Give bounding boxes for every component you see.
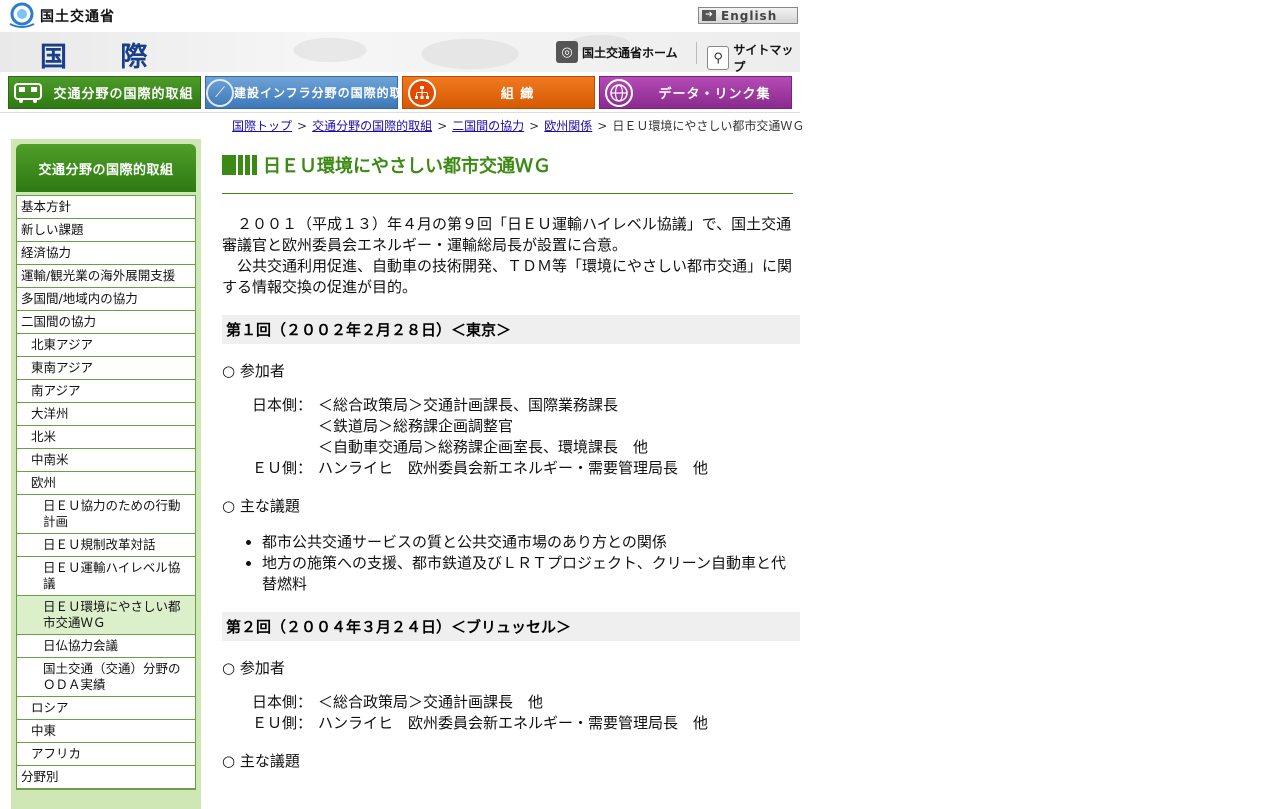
sidebar-item-multilateral[interactable]: 多国間/地域内の協力 — [17, 288, 195, 311]
sidebar-item-southeast-asia[interactable]: 東南アジア — [17, 357, 195, 380]
japan-side-label: 日本側： — [252, 693, 313, 711]
mlit-home-label: 国土交通省ホーム — [582, 45, 678, 60]
sidebar-item-russia[interactable]: ロシア — [17, 697, 195, 720]
participants-list: 日本側： ＜総合政策局＞交通計画課長、国際業務課長 ＜鉄道局＞総務課企画調整官 ＜… — [252, 395, 800, 479]
topics-label: ○ 主な議題 — [222, 497, 300, 515]
breadcrumb-link[interactable]: 国際トップ — [232, 119, 292, 133]
globe-icon — [600, 77, 638, 108]
nav-data-links-label: データ・リンク集 — [658, 87, 771, 102]
breadcrumb-current: 日ＥＵ環境にやさしい都市交通ＷＧ — [612, 119, 805, 133]
org-chart-icon — [403, 77, 441, 108]
header-title[interactable]: 国 際 — [40, 35, 169, 72]
japan-side-label: 日本側： — [252, 396, 313, 414]
mlit-home-link[interactable]: ◎ 国土交通省ホーム — [556, 41, 678, 63]
participants-label: ○ 参加者 — [222, 362, 285, 380]
breadcrumb-separator: > — [597, 119, 608, 133]
eu-side-label: ＥＵ側： — [252, 459, 313, 477]
topic-item: 都市公共交通サービスの質と公共交通市場のあり方との関係 — [262, 532, 800, 553]
nav-construction-label: 建設インフラ分野の国際的取組 — [234, 86, 416, 100]
section-heading: 第２回（２００４年３月２４日）＜ブリュッセル＞ — [222, 612, 800, 641]
breadcrumb-link[interactable]: 交通分野の国際的取組 — [312, 119, 432, 133]
eu-participant: ハンライヒ 欧州委員会新エネルギー・需要管理局長 他 — [318, 459, 709, 477]
english-label: English — [721, 8, 778, 23]
nav-transport-international[interactable]: 交通分野の国際的取組 — [8, 76, 201, 109]
main-content: 日ＥＵ環境にやさしい都市交通ＷＧ ２００１（平成１３）年４月の第９回「日ＥＵ運輸… — [222, 150, 800, 771]
sidebar-item-eu-action-plan[interactable]: 日ＥＵ協力のための行動計画 — [17, 495, 195, 534]
sidebar-item-oceania[interactable]: 大洋州 — [17, 403, 195, 426]
sidebar-item-by-field[interactable]: 分野別 — [17, 766, 195, 789]
sidebar-item-oda-results[interactable]: 国土交通（交通）分野のＯＤＡ実績 — [17, 658, 195, 697]
mlit-logo-icon — [8, 2, 36, 30]
eu-participant: ハンライヒ 欧州委員会新エネルギー・需要管理局長 他 — [318, 714, 709, 732]
sidebar-item-economic-cooperation[interactable]: 経済協力 — [17, 242, 195, 265]
sidebar-item-eu-high-level[interactable]: 日ＥＵ運輸ハイレベル協議 — [17, 557, 195, 596]
nav-construction-international[interactable]: ⟋ 建設インフラ分野の国際的取組 — [205, 76, 415, 109]
sidebar-item-new-issues[interactable]: 新しい課題 — [17, 219, 195, 242]
nav-organization-label: 組 織 — [500, 87, 535, 102]
title-bars-icon — [222, 155, 257, 175]
arrow-right-icon: ➔ — [702, 10, 716, 21]
breadcrumb-separator: > — [437, 119, 448, 133]
intro-paragraph: 公共交通利用促進、自動車の技術開発、ＴＤＭ等「環境にやさしい都市交通」に関する情… — [222, 257, 793, 296]
title-underline — [222, 193, 793, 194]
breadcrumb-separator: > — [297, 119, 308, 133]
japan-participant: ＜鉄道局＞総務課企画調整官 — [318, 417, 514, 435]
section-heading: 第１回（２００２年２月２８日）＜東京＞ — [222, 315, 800, 344]
sidebar-title[interactable]: 交通分野の国際的取組 — [16, 144, 196, 192]
nav-data-links[interactable]: データ・リンク集 — [599, 76, 792, 109]
header-divider — [696, 42, 697, 64]
sidebar-item-europe[interactable]: 欧州 — [17, 472, 195, 495]
nav-divider — [0, 112, 800, 113]
sitemap-link[interactable]: ⚲ サイトマップ — [707, 41, 800, 72]
sidebar-item-middle-east[interactable]: 中東 — [17, 720, 195, 743]
sitemap-label: サイトマップ — [733, 43, 794, 72]
sidebar-item-north-america[interactable]: 北米 — [17, 426, 195, 449]
sidebar-item-eu-urban-transport-wg[interactable]: 日ＥＵ環境にやさしい都市交通ＷＧ — [17, 596, 195, 635]
topics-label: ○ 主な議題 — [222, 752, 300, 770]
sidebar-item-bilateral[interactable]: 二国間の協力 — [17, 311, 195, 334]
sidebar-item-japan-france[interactable]: 日仏協力会議 — [17, 635, 195, 658]
nav-transport-label: 交通分野の国際的取組 — [53, 87, 194, 102]
sidebar: 交通分野の国際的取組 基本方針 新しい課題 経済協力 運輸/観光業の海外展開支援… — [11, 139, 201, 809]
participants-label: ○ 参加者 — [222, 659, 285, 677]
site-header: 国 際 ◎ 国土交通省ホーム ⚲ サイトマップ — [0, 32, 800, 72]
sidebar-menu: 基本方針 新しい課題 経済協力 運輸/観光業の海外展開支援 多国間/地域内の協力… — [16, 195, 196, 790]
sidebar-item-south-asia[interactable]: 南アジア — [17, 380, 195, 403]
japan-participant: ＜総合政策局＞交通計画課長、国際業務課長 — [318, 396, 619, 414]
page-title: 日ＥＵ環境にやさしい都市交通ＷＧ — [222, 150, 800, 180]
japan-participant: ＜自動車交通局＞総務課企画室長、環境課長 他 — [318, 438, 649, 456]
english-button[interactable]: ➔ English — [698, 7, 798, 24]
breadcrumb-link[interactable]: 二国間の協力 — [452, 119, 524, 133]
sidebar-item-northeast-asia[interactable]: 北東アジア — [17, 334, 195, 357]
japan-participant: ＜総合政策局＞交通計画課長 他 — [318, 693, 544, 711]
topic-item: 地方の施策への支援、都市鉄道及びＬＲＴプロジェクト、クリーン自動車と代替燃料 — [262, 553, 800, 595]
magnifier-icon: ⚲ — [707, 46, 730, 70]
intro-paragraph: ２００１（平成１３）年４月の第９回「日ＥＵ運輸ハイレベル協議」で、国土交通審議官… — [222, 215, 792, 254]
topics-list: 都市公共交通サービスの質と公共交通市場のあり方との関係 地方の施策への支援、都市… — [222, 532, 800, 595]
mlit-logo[interactable]: 国土交通省 — [8, 1, 115, 31]
intro-text: ２００１（平成１３）年４月の第９回「日ＥＵ運輸ハイレベル協議」で、国土交通審議官… — [222, 214, 800, 298]
sidebar-item-overseas-expansion[interactable]: 運輸/観光業の海外展開支援 — [17, 265, 195, 288]
nav-organization[interactable]: 組 織 — [402, 76, 595, 109]
page-title-text: 日ＥＵ環境にやさしい都市交通ＷＧ — [263, 156, 551, 177]
sidebar-item-africa[interactable]: アフリカ — [17, 743, 195, 766]
breadcrumb-separator: > — [529, 119, 540, 133]
breadcrumb: 国際トップ > 交通分野の国際的取組 > 二国間の協力 > 欧州関係 > 日ＥＵ環境にやさしい都… — [232, 117, 804, 134]
road-icon: ⟋ — [206, 77, 234, 108]
eu-side-label: ＥＵ側： — [252, 714, 313, 732]
participants-list: 日本側： ＜総合政策局＞交通計画課長 他 ＥＵ側： ハンライヒ 欧州委員会新エネルギ… — [252, 692, 800, 734]
breadcrumb-link[interactable]: 欧州関係 — [544, 119, 592, 133]
sidebar-item-basic-policy[interactable]: 基本方針 — [17, 196, 195, 219]
sidebar-item-eu-regulatory-dialogue[interactable]: 日ＥＵ規制改革対話 — [17, 534, 195, 557]
train-icon — [9, 77, 47, 108]
logo-text: 国土交通省 — [40, 9, 115, 25]
sidebar-item-latin-america[interactable]: 中南米 — [17, 449, 195, 472]
home-icon: ◎ — [556, 41, 578, 63]
